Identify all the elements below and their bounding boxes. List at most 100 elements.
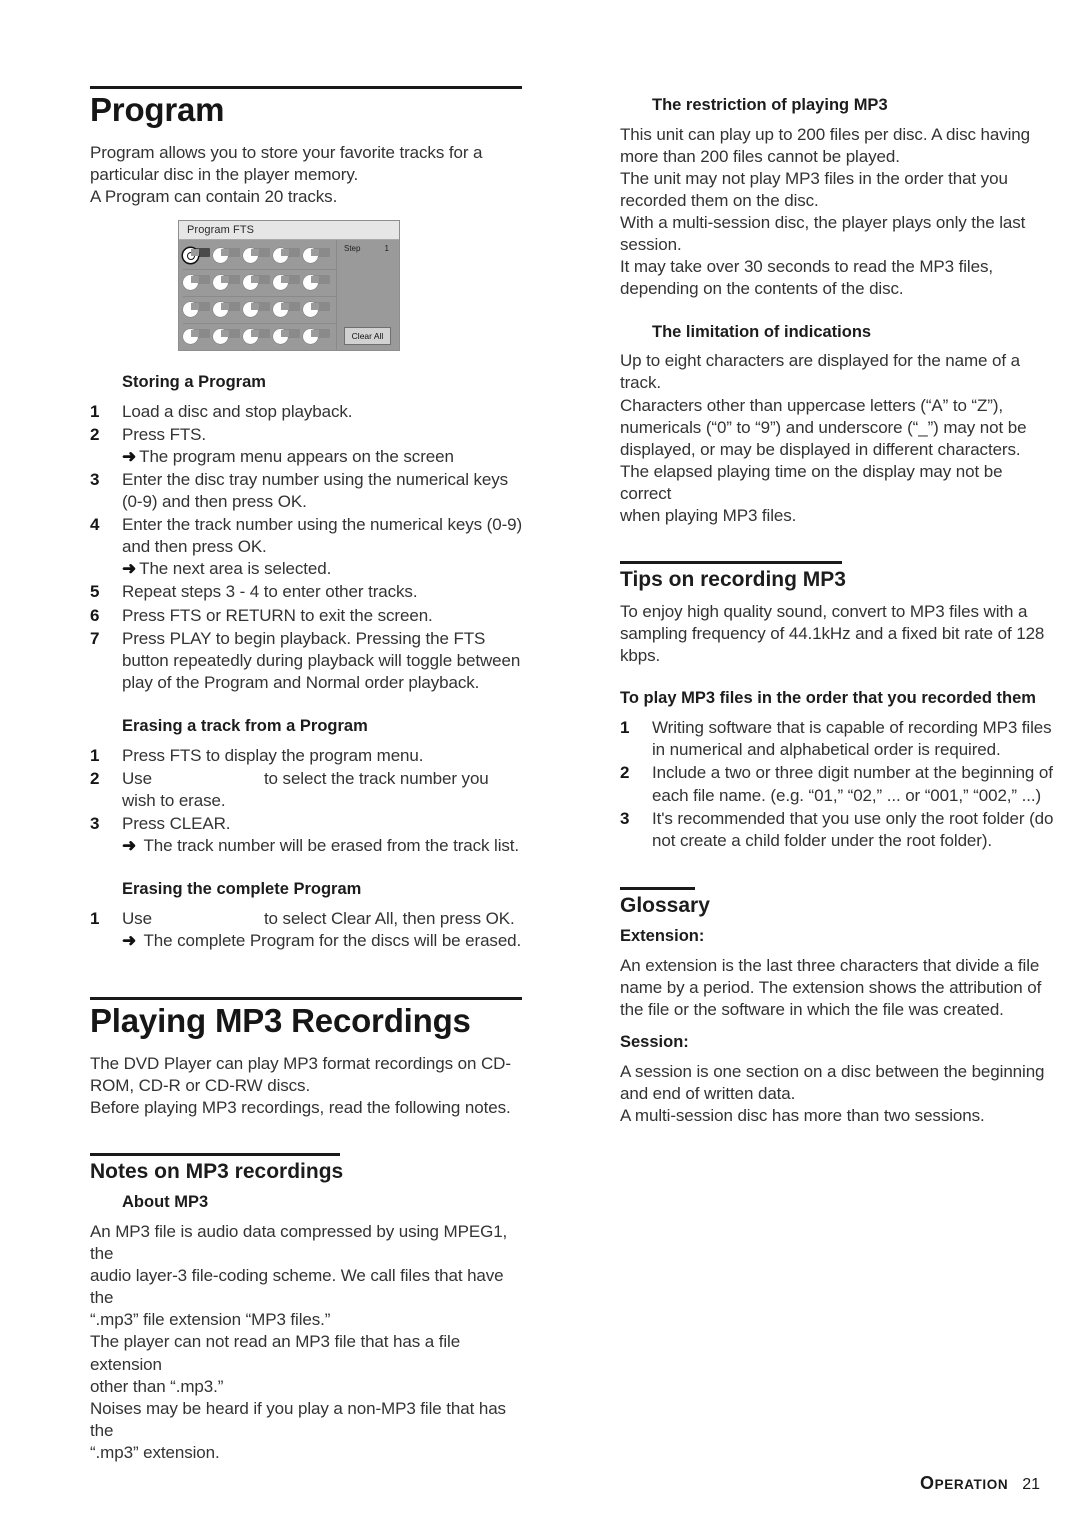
heading-tips-on-recording-mp3: Tips on recording MP3 [620, 568, 846, 592]
step-number: 1 [90, 401, 100, 421]
step-note: ➜ The track number will be erased from t… [122, 836, 520, 856]
list-item: 4 Enter the track number using the numer… [90, 514, 524, 580]
right-column: The restriction of playing MP3 This unit… [620, 0, 1054, 1127]
list-item: 1 Load a disc and stop playback. [90, 401, 524, 423]
about-mp3-body: An MP3 file is audio data compressed by … [90, 1222, 508, 1462]
disc-icon [243, 275, 259, 291]
disc-slot-row [183, 297, 336, 324]
step-note: ➜ The complete Program for the discs wil… [122, 931, 522, 951]
disc-slot-cell[interactable] [303, 245, 333, 267]
disc-icon [303, 275, 319, 291]
disc-icon [273, 275, 289, 291]
disc-icon [303, 329, 319, 345]
disc-slot-cell[interactable] [183, 299, 213, 321]
disc-slot-row [183, 270, 336, 297]
list-item: 1 Use to select Clear All, then press OK.… [90, 908, 524, 952]
disc-icon [213, 248, 229, 264]
step-note: ➜ The next area is selected. [122, 559, 332, 579]
list-item: 2 Use to select the track number you wish… [90, 768, 524, 812]
step-number: 2 [620, 763, 630, 783]
step-number: 5 [90, 582, 100, 602]
disc-slot-cell[interactable] [213, 245, 243, 267]
disc-icon [183, 248, 199, 264]
disc-slot-cell[interactable] [303, 299, 333, 321]
glossary-body-session: A session is one section on a disc betwe… [620, 1061, 1045, 1125]
disc-icon [213, 275, 229, 291]
arrow-icon: ➜ [122, 559, 137, 579]
footer-page-number: 21 [1022, 1476, 1040, 1493]
glossary-term-extension: Extension: [620, 926, 705, 945]
disc-icon [183, 302, 199, 318]
disc-icon [183, 275, 199, 291]
glossary-term-session: Session: [620, 1033, 689, 1051]
heading-glossary: Glossary [620, 893, 710, 917]
step-text: Press FTS to display the program menu. [122, 745, 424, 765]
figure-side-panel: Step 1 Clear All [337, 240, 399, 350]
disc-slot-cell[interactable] [303, 326, 333, 348]
disc-slot-cell[interactable] [273, 326, 303, 348]
disc-icon [183, 329, 199, 345]
disc-slot-cell[interactable] [183, 326, 213, 348]
disc-slot-cell[interactable] [303, 272, 333, 294]
mp3-heading-rule [90, 997, 522, 1001]
step-text: It's recommended that you use only the r… [652, 808, 1054, 850]
disc-icon [273, 248, 289, 264]
list-item: 2 Include a two or three digit number at… [620, 762, 1054, 806]
notes-heading-rule [90, 1153, 340, 1157]
step-text: Writing software that is capable of reco… [652, 718, 1052, 760]
disc-slot-cell[interactable] [243, 272, 273, 294]
glossary-body-extension: An extension is the last three character… [620, 955, 1042, 1019]
disc-icon [243, 302, 259, 318]
disc-slot-cell[interactable] [213, 272, 243, 294]
arrow-icon: ➜ [122, 836, 137, 856]
disc-slot-cell[interactable] [183, 245, 213, 267]
tips-heading-rule [620, 561, 842, 565]
disc-slot-cell[interactable] [243, 245, 273, 267]
glossary-heading-rule [620, 886, 695, 890]
program-intro-text: Program allows you to store your favorit… [90, 142, 483, 206]
disc-slot-cell[interactable] [243, 299, 273, 321]
disc-icon [243, 329, 259, 345]
figure-body: Step 1 Clear All [179, 239, 399, 350]
disc-slot-cell[interactable] [243, 326, 273, 348]
step-number: 3 [620, 808, 630, 828]
disc-slot-cell[interactable] [213, 299, 243, 321]
heading-about-mp3: About MP3 [122, 1193, 209, 1212]
disc-icon [303, 302, 319, 318]
step-text: Repeat steps 3 - 4 to enter other tracks… [122, 582, 418, 602]
step-text: Press PLAY to begin playback. Pressing t… [122, 628, 521, 692]
step-text-before: Use [122, 768, 152, 788]
step-text-after: to select Clear All, then press OK. [263, 909, 515, 928]
step-text: Include a two or three digit number at t… [652, 763, 1053, 805]
manual-page: Program Program allows you to store your… [0, 0, 1080, 1528]
clear-all-button[interactable]: Clear All [344, 326, 391, 345]
step-number: 1 [90, 909, 100, 928]
storing-a-program-steps: 1 Load a disc and stop playback. 2 Press… [90, 401, 524, 694]
disc-slot-cell[interactable] [273, 245, 303, 267]
arrow-icon: ➜ [122, 931, 137, 951]
disc-icon [273, 302, 289, 318]
tips-body: To enjoy high quality sound, convert to … [620, 602, 1045, 666]
disc-slot-cell[interactable] [183, 272, 213, 294]
list-item: 1 Writing software that is capable of re… [620, 717, 1054, 761]
heading-storing-a-program: Storing a Program [122, 372, 266, 391]
program-heading-rule [90, 86, 522, 89]
disc-slot-cell[interactable] [213, 326, 243, 348]
disc-slot-cell[interactable] [273, 299, 303, 321]
step-text-after: to select the track number you wish to e… [122, 768, 489, 810]
recorded-order-steps: 1 Writing software that is capable of re… [620, 717, 1054, 852]
step-number: 6 [90, 605, 100, 625]
step-text: Enter the disc tray number using the num… [122, 470, 509, 512]
step-number: 2 [90, 768, 100, 788]
arrow-icon: ➜ [122, 446, 137, 466]
disc-icon [213, 302, 229, 318]
list-item: 6 Press FTS or RETURN to exit the screen… [90, 605, 524, 627]
heading-erasing-a-track: Erasing a track from a Program [122, 716, 368, 735]
step-text-before: Use [122, 909, 152, 928]
disc-icon [273, 329, 289, 345]
erasing-track-steps: 1 Press FTS to display the program menu.… [90, 745, 524, 857]
list-item: 2 Press FTS. ➜ The program menu appears o… [90, 424, 524, 468]
disc-slot-cell[interactable] [273, 272, 303, 294]
step-label: Step [344, 243, 361, 253]
left-column: Program Program allows you to store your… [90, 0, 524, 1464]
